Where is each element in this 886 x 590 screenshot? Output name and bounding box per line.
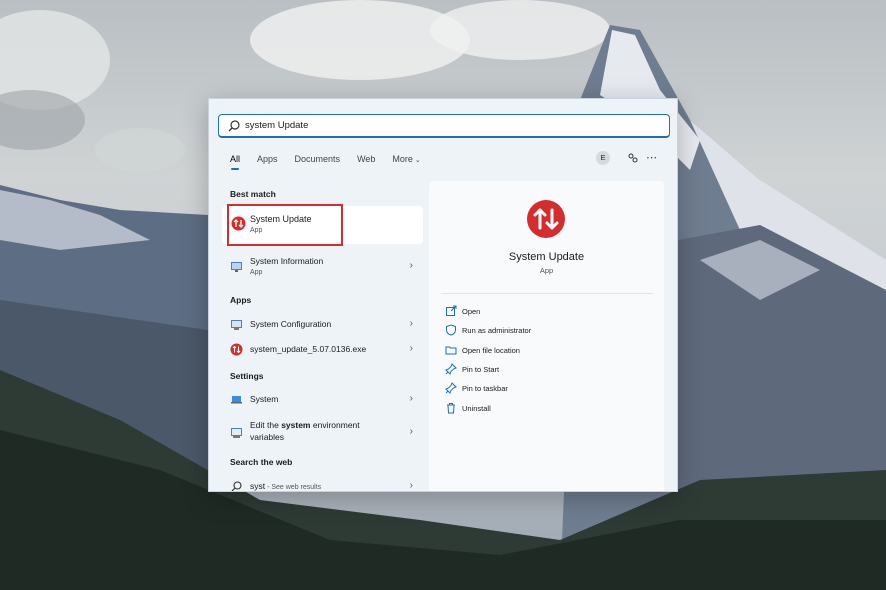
chevron-down-icon: ⌄ [414, 157, 421, 164]
result-name-part: environment [310, 420, 360, 430]
system-information-icon [231, 262, 242, 272]
tab-more[interactable]: More ⌄ [392, 154, 420, 172]
result-web-search[interactable]: syst - See web results › [222, 475, 422, 491]
result-name-part: Edit the [250, 420, 282, 430]
action-label: Run as administrator [462, 326, 532, 335]
search-input[interactable]: system Update [218, 114, 670, 138]
action-label: Pin to Start [462, 365, 500, 374]
tab-all[interactable]: All [230, 154, 240, 172]
filter-tabs: All Apps Documents Web More ⌄ [230, 154, 438, 172]
result-system-information[interactable]: System Information App › [222, 255, 422, 279]
result-name: System Information [250, 256, 324, 266]
result-name: System Configuration [250, 319, 332, 329]
laptop-icon [231, 396, 242, 404]
system-update-icon [230, 343, 243, 356]
result-name-match: system [281, 420, 311, 430]
shield-icon [446, 324, 456, 336]
action-label: Pin to taskbar [462, 384, 508, 393]
avatar[interactable]: E [596, 151, 610, 165]
environment-settings-icon [231, 428, 242, 438]
chevron-right-icon: › [409, 343, 413, 354]
web-sub-label: - See web results [265, 484, 322, 491]
system-configuration-icon [231, 320, 242, 330]
detail-kind: App [539, 266, 554, 275]
web-query: syst [250, 481, 266, 491]
divider [441, 293, 653, 294]
result-system-update-exe[interactable]: system_update_5.07.0136.exe › [222, 338, 422, 362]
search-value: system Update [245, 120, 309, 131]
pin-icon [445, 363, 457, 375]
open-icon [446, 305, 457, 316]
folder-icon [445, 346, 457, 355]
chevron-right-icon: › [409, 318, 413, 329]
pin-icon [445, 382, 457, 394]
section-web: Search the web [230, 457, 293, 467]
result-system-settings[interactable]: System › [222, 388, 422, 412]
system-update-icon [527, 200, 565, 238]
chevron-right-icon: › [409, 260, 413, 271]
section-settings: Settings [230, 371, 264, 381]
tab-more-label: More [392, 154, 413, 164]
highlight-annotation-box [227, 204, 343, 246]
tab-web[interactable]: Web [357, 154, 375, 172]
more-options-icon[interactable]: ⋯ [646, 151, 657, 165]
search-icon [231, 481, 242, 491]
result-name: system_update_5.07.0136.exe [250, 344, 367, 354]
detail-pane: System Update App Open Run as administra… [429, 181, 664, 491]
action-label: Open [462, 307, 481, 316]
result-environment-variables[interactable]: Edit the system environment variables › [222, 419, 422, 445]
result-kind: App [250, 269, 263, 276]
action-label: Uninstall [462, 404, 491, 413]
account-switch-icon[interactable] [626, 151, 640, 165]
search-window: system Update All Apps Documents Web Mor… [208, 98, 678, 492]
top-right-icons: E ⋯ [596, 151, 657, 165]
result-name-part: variables [250, 432, 285, 442]
tab-documents[interactable]: Documents [295, 154, 341, 172]
result-system-configuration[interactable]: System Configuration › [222, 313, 422, 337]
section-best-match: Best match [230, 189, 276, 199]
search-icon [228, 120, 240, 132]
detail-title: System Update [508, 251, 585, 263]
chevron-right-icon: › [409, 480, 413, 491]
section-apps: Apps [230, 295, 252, 305]
chevron-right-icon: › [409, 426, 413, 437]
tab-apps[interactable]: Apps [257, 154, 278, 172]
trash-icon [447, 403, 455, 414]
action-label: Open file location [462, 346, 520, 355]
chevron-right-icon: › [409, 393, 413, 404]
result-name: System [250, 394, 279, 404]
